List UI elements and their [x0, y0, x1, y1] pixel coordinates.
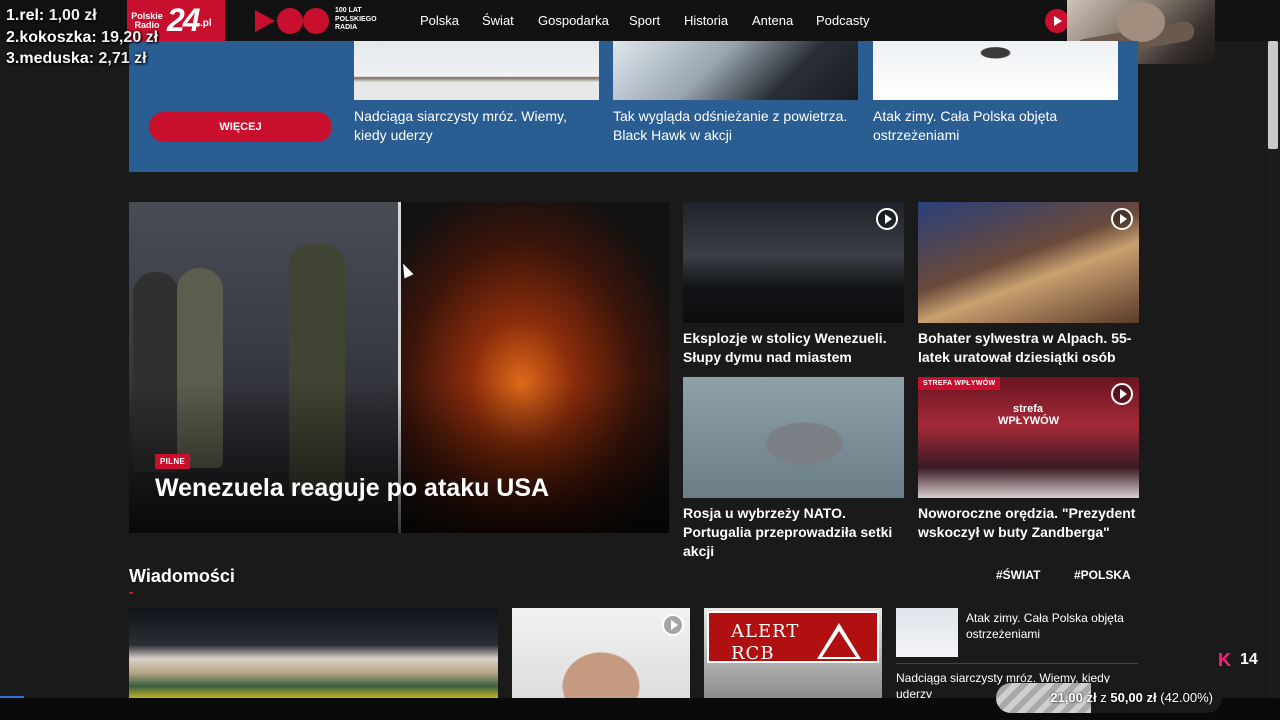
promo-card[interactable]: Nadciąga siarczysty mróz. Wiemy, kiedy u… — [354, 41, 599, 145]
news-image-portrait[interactable] — [512, 608, 690, 700]
video-play-icon — [1111, 383, 1133, 405]
tile-image-tv-studio: STREFA WPŁYWÓW strefa WPŁYWÓW — [918, 377, 1139, 498]
nav-historia[interactable]: Historia — [684, 13, 728, 28]
video-play-icon — [876, 208, 898, 230]
promo-image-snowy-car — [873, 41, 1118, 100]
promo-title: Nadciąga siarczysty mróz. Wiemy, kiedy u… — [354, 108, 567, 143]
100-lat-polskiego-radia-logo[interactable]: 100 LAT POLSKIEGO RADIA — [253, 6, 383, 36]
news-image-alert-rcb[interactable]: ALERT RCB — [704, 608, 882, 700]
tile-title: Eksplozje w stolicy Wenezueli. Słupy dym… — [683, 330, 887, 365]
hero-title[interactable]: Wenezuela reaguje po ataku USA — [155, 474, 549, 503]
news-image-alpine-night[interactable] — [129, 608, 498, 700]
tile-title: Rosja u wybrzeży NATO. Portugalia przepr… — [683, 505, 893, 559]
anniversary-text: 100 LAT POLSKIEGO RADIA — [335, 7, 377, 31]
tag-polska[interactable]: #POLSKA — [1074, 568, 1131, 582]
circle-icon — [303, 8, 329, 34]
tile-image-tanker-ship — [683, 377, 904, 498]
heading-accent — [129, 592, 133, 594]
ranking-row: 1.rel: 1,00 zł — [6, 7, 97, 24]
live-play-button[interactable] — [1045, 9, 1069, 33]
tile-image-night-city — [683, 202, 904, 323]
nav-swiat[interactable]: Świat — [482, 13, 514, 28]
nav-podcasty[interactable]: Podcasty — [816, 13, 869, 28]
section-heading: Wiadomości — [129, 566, 235, 586]
logo-suffix: .pl — [200, 18, 212, 29]
nav-polska[interactable]: Polska — [420, 13, 459, 28]
strefa-wplywow-badge: STREFA WPŁYWÓW — [918, 377, 1001, 390]
side-thumb-snowy-car — [896, 608, 958, 657]
kick-viewer-count: K 14 — [1218, 651, 1274, 671]
promo-card[interactable]: Atak zimy. Cała Polska objęta ostrzeżeni… — [873, 41, 1118, 145]
weather-promo-band: WIĘCEJ Nadciąga siarczysty mróz. Wiemy, … — [129, 41, 1138, 172]
hero-shade — [129, 382, 669, 533]
side-news-item[interactable]: Atak zimy. Cała Polska objęta ostrzeżeni… — [896, 608, 1138, 660]
tile-title: Bohater sylwestra w Alpach. 55-latek ura… — [918, 330, 1132, 365]
urgent-badge: PILNE — [155, 454, 191, 469]
tile-image-alpine-resort — [918, 202, 1139, 323]
nav-sport[interactable]: Sport — [629, 13, 660, 28]
progress-indicator — [0, 696, 24, 698]
article-tile[interactable]: Eksplozje w stolicy Wenezueli. Słupy dym… — [683, 202, 904, 367]
warning-triangle-inner — [822, 631, 856, 657]
more-button[interactable]: WIĘCEJ — [149, 112, 332, 142]
ranking-row: 2.kokoszka: 19,20 zł — [6, 28, 159, 46]
promo-card[interactable]: Tak wygląda odśnieżanie z powietrza. Bla… — [613, 41, 858, 145]
tag-swiat[interactable]: #ŚWIAT — [996, 568, 1040, 582]
promo-image-helicopter-cockpit — [613, 41, 858, 100]
play-triangle-icon — [255, 10, 275, 32]
donation-ranking: 1.rel: 1,00 zł 2.kokoszka: 19,20 zł 3.me… — [6, 5, 186, 70]
nav-antena[interactable]: Antena — [752, 13, 793, 28]
article-tile[interactable]: Rosja u wybrzeży NATO. Portugalia przepr… — [683, 377, 904, 561]
studio-overlay-text: strefa WPŁYWÓW — [998, 403, 1060, 427]
tile-title: Noworoczne orędzia. "Prezydent wskoczył … — [918, 505, 1136, 540]
webcam-head — [1117, 2, 1165, 42]
scrollbar-thumb[interactable] — [1268, 41, 1278, 149]
donation-goal-text: 21,00 zł z 50,00 zł (42.00%) — [1050, 690, 1213, 705]
divider — [896, 663, 1138, 664]
donation-goal-bar: 21,00 zł z 50,00 zł (42.00%) — [996, 683, 1222, 713]
nav-gospodarka[interactable]: Gospodarka — [538, 13, 609, 28]
promo-title: Tak wygląda odśnieżanie z powietrza. Bla… — [613, 108, 848, 143]
hero-article[interactable]: PILNE Wenezuela reaguje po ataku USA — [129, 202, 669, 533]
video-play-icon — [662, 614, 684, 636]
alert-rcb-text: ALERT RCB — [731, 621, 800, 664]
circle-icon — [277, 8, 303, 34]
video-play-icon — [1111, 208, 1133, 230]
kick-logo-icon: K — [1218, 650, 1231, 670]
viewer-count: 14 — [1240, 651, 1258, 668]
ranking-row: 3.meduska: 2,71 zł — [6, 50, 147, 67]
promo-title: Atak zimy. Cała Polska objęta ostrzeżeni… — [873, 108, 1058, 143]
article-tile[interactable]: STREFA WPŁYWÓW strefa WPŁYWÓW Noworoczne… — [918, 377, 1139, 542]
promo-image-snowy-road — [354, 41, 599, 100]
article-tile[interactable]: Bohater sylwestra w Alpach. 55-latek ura… — [918, 202, 1139, 367]
side-news-title: Atak zimy. Cała Polska objęta ostrzeżeni… — [966, 611, 1124, 641]
alert-rcb-sign: ALERT RCB — [707, 611, 879, 664]
